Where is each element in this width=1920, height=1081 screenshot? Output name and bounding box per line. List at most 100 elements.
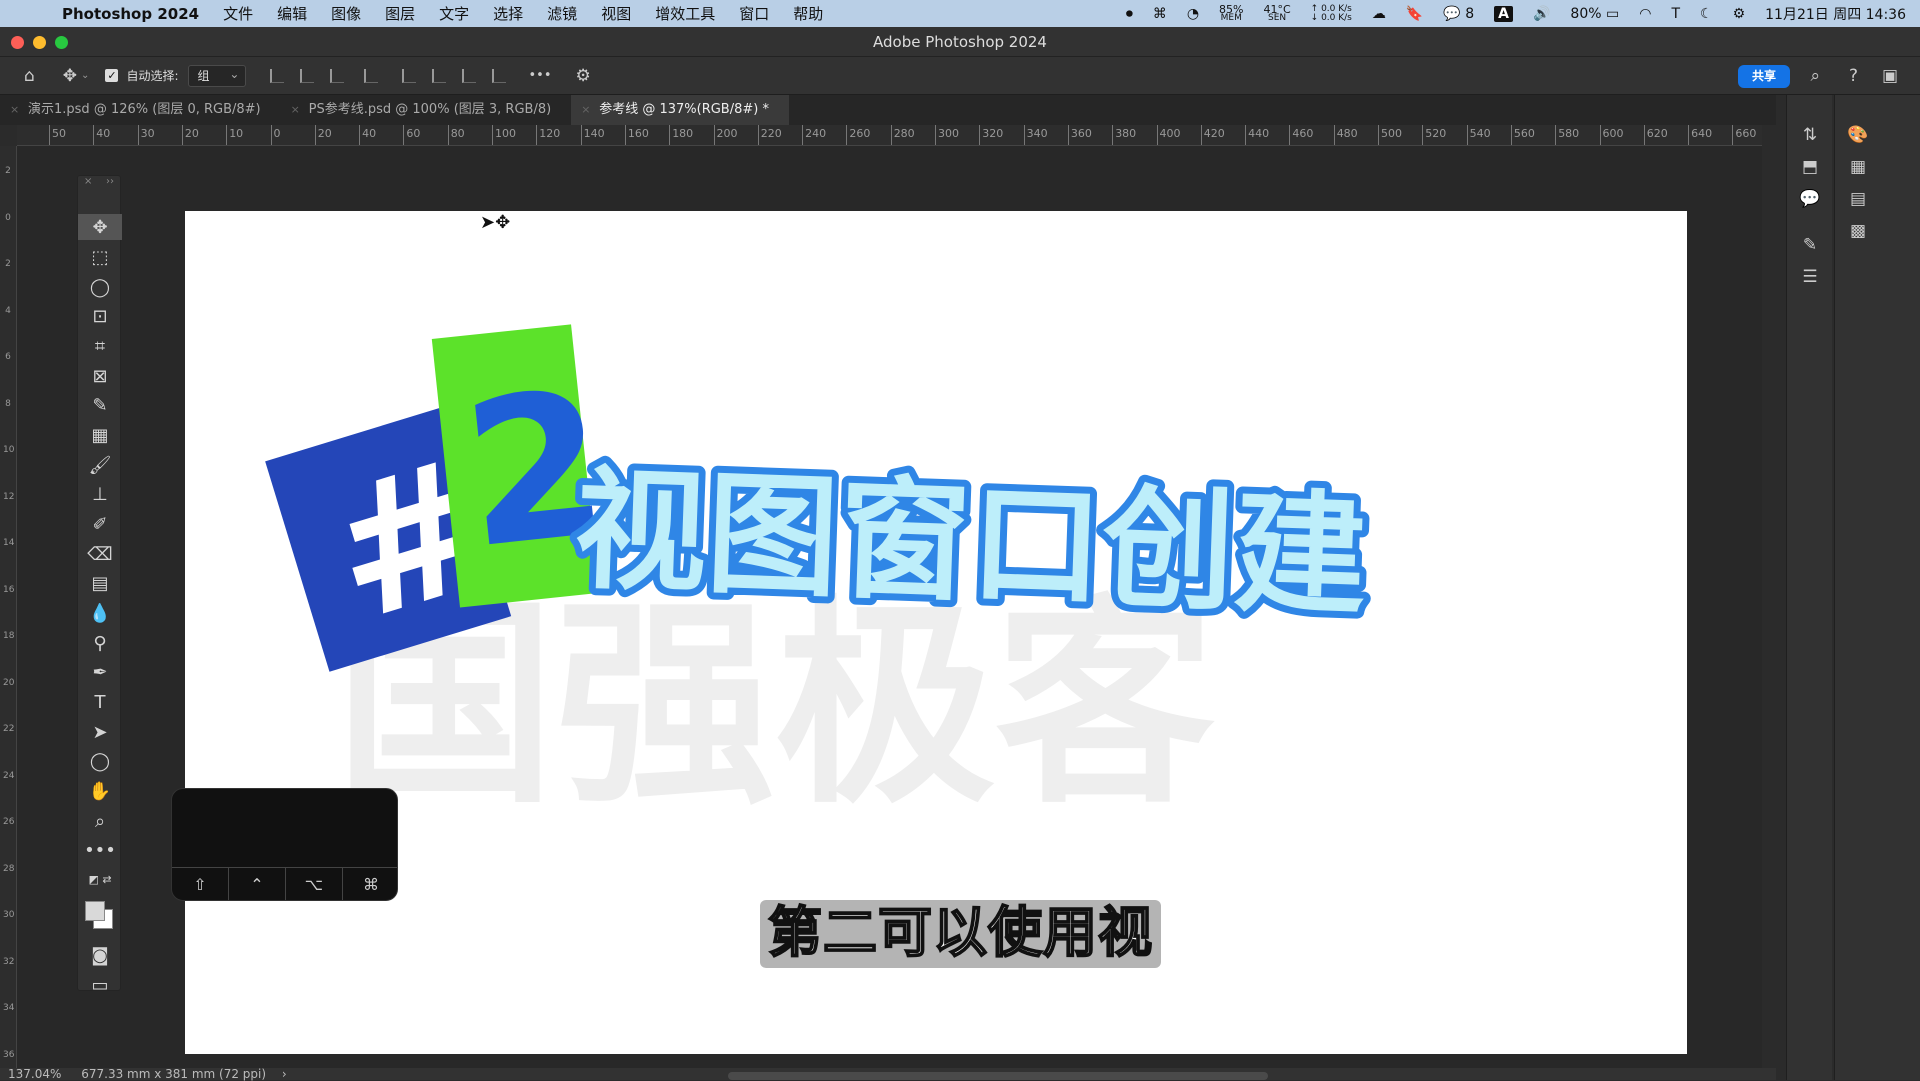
move-tool-icon[interactable]: ✥: [78, 214, 122, 240]
edit-toolbar-icon[interactable]: •••: [78, 837, 122, 863]
command-icon[interactable]: ⌘: [1153, 6, 1167, 22]
adjustments-panel-icon[interactable]: ☰: [1787, 267, 1833, 287]
minimize-window-button[interactable]: [33, 36, 46, 49]
distribute-vertical-icon[interactable]: [492, 68, 507, 83]
horizontal-scrollbar[interactable]: [728, 1072, 1268, 1080]
app-name-menu[interactable]: Photoshop 2024: [62, 5, 199, 23]
cpu-monitor[interactable]: 85% MEM: [1219, 4, 1243, 23]
crop-tool-icon[interactable]: ⌗: [78, 333, 122, 359]
gradients-panel-icon[interactable]: ▤: [1835, 189, 1881, 209]
comments-panel-icon[interactable]: 💬: [1787, 189, 1833, 209]
close-icon[interactable]: ×: [84, 176, 92, 192]
cloud-icon[interactable]: ☁: [1372, 6, 1386, 22]
pin-icon[interactable]: T: [1671, 6, 1680, 22]
menu-type[interactable]: 文字: [439, 3, 469, 24]
tab-ps-guides[interactable]: × PS参考线.psd @ 100% (图层 3, RGB/8): [281, 95, 572, 125]
align-left-icon[interactable]: [270, 68, 285, 83]
brush-tool-icon[interactable]: 🖌: [78, 452, 122, 478]
zoom-level[interactable]: 137.04%: [8, 1067, 61, 1081]
more-options-button[interactable]: •••: [528, 68, 551, 83]
history-brush-tool-icon[interactable]: ✐: [78, 511, 122, 537]
help-icon[interactable]: ?: [1849, 66, 1858, 86]
object-select-tool-icon[interactable]: ⊡: [78, 303, 122, 329]
close-window-button[interactable]: [11, 36, 24, 49]
default-colors-icon[interactable]: ◩ ⇄: [78, 866, 122, 892]
share-button[interactable]: 共享: [1738, 65, 1790, 88]
bookmark-icon[interactable]: 🔖: [1406, 6, 1423, 22]
menu-image[interactable]: 图像: [331, 3, 361, 24]
auto-select-checkbox[interactable]: ✓: [105, 69, 119, 82]
marquee-tool-icon[interactable]: ⬚: [78, 244, 122, 270]
collapse-icon[interactable]: ››: [106, 176, 114, 192]
network-monitor[interactable]: ↑ 0.0 K/s ↓ 0.0 K/s: [1311, 4, 1352, 23]
align-right-icon[interactable]: [330, 68, 345, 83]
wechat-status[interactable]: 💬 8: [1443, 6, 1474, 22]
frame-tool-icon[interactable]: ⊠: [78, 363, 122, 389]
color-swatches[interactable]: [78, 898, 122, 934]
close-icon[interactable]: ×: [581, 95, 590, 125]
chevron-down-icon[interactable]: ⌄: [81, 70, 89, 81]
menu-view[interactable]: 视图: [601, 3, 631, 24]
status-menu-arrow[interactable]: ›: [282, 1067, 287, 1081]
menu-file[interactable]: 文件: [223, 3, 253, 24]
ruler-vertical[interactable]: 2 0 2 4 6 8 10 12 14 16 18 20 22 24 26 28 30 32 34 36: [0, 146, 17, 1080]
zoom-window-button[interactable]: [55, 36, 68, 49]
zoom-tool-icon[interactable]: ⌕: [78, 808, 122, 834]
home-icon[interactable]: ⌂: [24, 66, 35, 86]
moon-icon[interactable]: ☾: [1700, 6, 1713, 22]
patterns-panel-icon[interactable]: ▩: [1835, 221, 1881, 241]
input-method-icon[interactable]: A: [1494, 5, 1513, 22]
eraser-tool-icon[interactable]: ⌫: [78, 541, 122, 567]
record-icon[interactable]: ⏺: [1126, 6, 1133, 22]
type-tool-icon[interactable]: T: [78, 689, 122, 715]
align-middle-icon[interactable]: [432, 68, 447, 83]
menu-plugins[interactable]: 增效工具: [655, 3, 715, 24]
tab-demo1[interactable]: × 演示1.psd @ 126% (图层 0, RGB/8#): [0, 95, 281, 125]
color-panel-icon[interactable]: 🎨: [1835, 125, 1881, 145]
foreground-color-swatch[interactable]: [85, 901, 105, 921]
menu-help[interactable]: 帮助: [793, 3, 823, 24]
path-select-tool-icon[interactable]: ➤: [78, 719, 122, 745]
tab-guides-active[interactable]: × 参考线 @ 137%(RGB/8#) *: [571, 95, 789, 125]
move-tool-preset-icon[interactable]: ✥: [63, 66, 77, 86]
align-center-icon[interactable]: [300, 68, 315, 83]
battery-status[interactable]: 80% ▭: [1570, 6, 1619, 22]
align-bottom-icon[interactable]: [462, 68, 477, 83]
quick-mask-icon[interactable]: ◙: [78, 942, 122, 968]
swatches-panel-icon[interactable]: ▦: [1835, 157, 1881, 177]
close-icon[interactable]: ×: [291, 95, 300, 125]
eyedropper-tool-icon[interactable]: ✎: [78, 392, 122, 418]
auto-select-dropdown[interactable]: 组: [188, 64, 247, 87]
history-panel-icon[interactable]: ⇅: [1787, 125, 1833, 145]
dodge-tool-icon[interactable]: ⚲: [78, 630, 122, 656]
shape-tool-icon[interactable]: ◯: [78, 748, 122, 774]
settings-gear-icon[interactable]: ⚙: [576, 66, 591, 86]
stamp-tool-icon[interactable]: ⊥: [78, 481, 122, 507]
blur-tool-icon[interactable]: 💧: [78, 600, 122, 626]
screen-mode-icon[interactable]: ▭: [78, 972, 122, 998]
menu-layer[interactable]: 图层: [385, 3, 415, 24]
menu-filter[interactable]: 滤镜: [547, 3, 577, 24]
search-icon[interactable]: ⌕: [1810, 66, 1820, 86]
ruler-horizontal[interactable]: 50 40 30 20 10 0 20 40 60 80 100 120 140 160 180 200 220…: [17, 125, 1762, 146]
menu-select[interactable]: 选择: [493, 3, 523, 24]
workspace-layout-icon[interactable]: ▣: [1882, 66, 1898, 86]
volume-icon[interactable]: 🔊: [1533, 6, 1550, 22]
distribute-icon[interactable]: [364, 68, 379, 83]
align-top-icon[interactable]: [402, 68, 417, 83]
wifi-icon[interactable]: ◠: [1639, 6, 1651, 22]
activity-icon[interactable]: ◔: [1187, 6, 1199, 22]
control-center-icon[interactable]: ⚙: [1733, 6, 1746, 22]
hand-tool-icon[interactable]: ✋: [78, 778, 122, 804]
clock[interactable]: 11月21日 周四 14:36: [1765, 4, 1906, 24]
gradient-tool-icon[interactable]: ▤: [78, 570, 122, 596]
menu-edit[interactable]: 编辑: [277, 3, 307, 24]
brush-settings-panel-icon[interactable]: ✎: [1787, 235, 1833, 255]
temp-monitor[interactable]: 41°C SEN: [1263, 4, 1290, 23]
healing-brush-tool-icon[interactable]: ▦: [78, 422, 122, 448]
menu-window[interactable]: 窗口: [739, 3, 769, 24]
pen-tool-icon[interactable]: ✒: [78, 659, 122, 685]
lasso-tool-icon[interactable]: ◯: [78, 274, 122, 300]
close-icon[interactable]: ×: [10, 95, 19, 125]
plugins-panel-icon[interactable]: ⬒: [1787, 157, 1833, 177]
